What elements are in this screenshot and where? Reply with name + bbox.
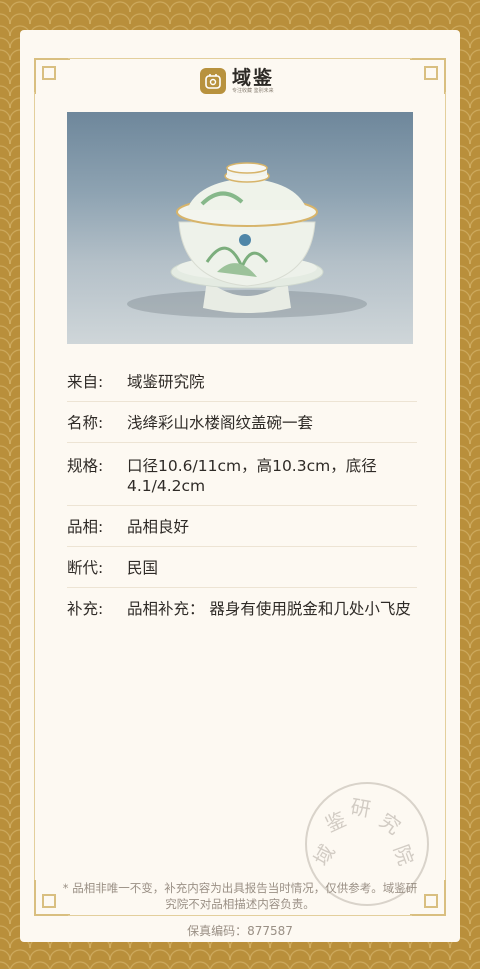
detail-value: 域鉴研究院 [127, 373, 205, 391]
frame-line [68, 915, 412, 916]
frame-corner [410, 58, 446, 94]
detail-row: 名称: 浅绛彩山水楼阁纹盖碗一套 [67, 402, 417, 443]
detail-row: 规格: 口径10.6/11cm，高10.3cm，底径4.1/4.2cm [67, 443, 417, 506]
serial-code: 保真编码：877587 [187, 924, 293, 938]
detail-label: 补充: [67, 600, 104, 618]
detail-row: 品相: 品相良好 [67, 506, 417, 547]
detail-row: 来自: 域鉴研究院 [67, 363, 417, 402]
frame-line [445, 92, 446, 880]
brand-name: 域鉴 [232, 66, 275, 89]
detail-label: 名称: [67, 414, 104, 432]
detail-value: 品相良好 [127, 518, 190, 536]
detail-label: 断代: [67, 559, 104, 577]
disclaimer-text: * 品相非唯一不变，补充内容为出具报告当时情况，仅供参考。域鉴研究院不对品相描述… [62, 881, 418, 911]
detail-row: 补充: 品相补充： 器身有使用脱金和几处小飞皮 [67, 588, 417, 628]
detail-value: 浅绛彩山水楼阁纹盖碗一套 [127, 414, 314, 432]
certificate-card: 域鉴 专注收藏 鉴别未来 来自: 域鉴研究院 名称: 浅绛彩山水楼阁纹盖碗一套 … [20, 30, 460, 942]
detail-value: 民国 [127, 559, 159, 577]
detail-label: 品相: [67, 518, 104, 536]
item-details: 来自: 域鉴研究院 名称: 浅绛彩山水楼阁纹盖碗一套 规格: 口径10.6/11… [67, 363, 417, 628]
item-photo [67, 112, 413, 344]
brand-logo: 域鉴 专注收藏 鉴别未来 [200, 66, 284, 96]
brand-slogan: 专注收藏 鉴别未来 [232, 87, 274, 94]
detail-label: 规格: [67, 457, 104, 475]
frame-line [68, 58, 412, 59]
detail-label: 来自: [67, 373, 104, 391]
detail-value: 品相补充： 器身有使用脱金和几处小飞皮 [127, 600, 411, 618]
detail-row: 断代: 民国 [67, 547, 417, 588]
detail-value: 口径10.6/11cm，高10.3cm，底径4.1/4.2cm [127, 457, 377, 495]
frame-line [34, 92, 35, 880]
logo-mark-icon [200, 68, 226, 94]
frame-corner [34, 58, 70, 94]
